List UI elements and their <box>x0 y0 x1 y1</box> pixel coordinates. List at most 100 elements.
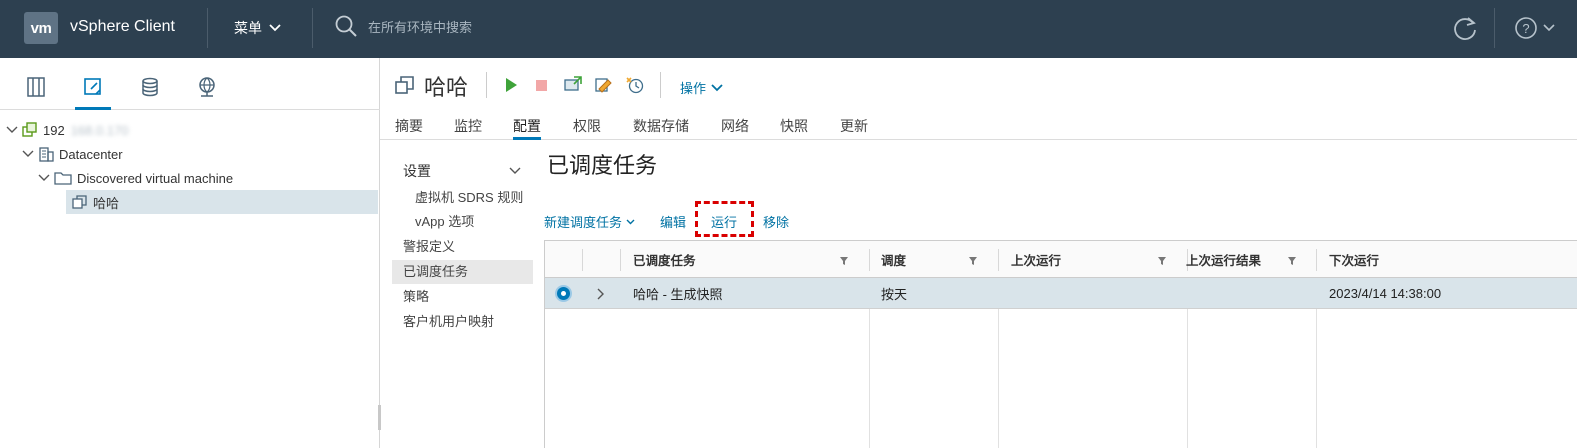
edit-button[interactable]: 编辑 <box>660 212 686 231</box>
vm-icon <box>394 74 416 99</box>
refresh-icon <box>1454 17 1476 40</box>
column-separator <box>582 249 583 271</box>
snapshot-button[interactable] <box>619 72 650 98</box>
column-header-task[interactable]: 已调度任务 <box>621 241 696 278</box>
tree-node-host[interactable]: 192 168.0.170 <box>4 118 129 142</box>
stop-icon <box>536 79 547 91</box>
remove-button[interactable]: 移除 <box>763 212 789 231</box>
play-icon <box>505 78 517 92</box>
panel-splitter-handle[interactable] <box>378 405 381 430</box>
navigator-tabs <box>0 58 380 110</box>
radio-dot <box>561 291 566 296</box>
vms-templates-icon <box>84 78 101 95</box>
networking-icon <box>199 77 215 97</box>
tab-permissions[interactable]: 权限 <box>573 116 601 140</box>
menu-label: 菜单 <box>234 20 262 36</box>
hosts-clusters-icon <box>27 77 45 97</box>
toolbar-divider <box>660 72 661 98</box>
column-header-last-run[interactable]: 上次运行 <box>999 241 1061 278</box>
column-gridline <box>1316 309 1317 448</box>
vm-label: 哈哈 <box>93 195 120 211</box>
run-button-highlight <box>695 201 754 237</box>
host-address-blurred: 168.0.170 <box>70 122 129 138</box>
chevron-down-icon <box>269 24 281 32</box>
actions-label: 操作 <box>680 81 707 96</box>
datacenter-icon <box>38 146 54 162</box>
filter-icon[interactable] <box>968 254 978 269</box>
object-name: 哈哈 <box>424 75 469 100</box>
chevron-down-icon[interactable] <box>20 150 36 158</box>
chevron-down-icon <box>626 219 635 224</box>
header-divider <box>312 8 313 48</box>
host-icon <box>22 122 38 138</box>
header-divider <box>1494 8 1495 48</box>
snapshot-icon <box>625 77 643 94</box>
tab-summary[interactable]: 摘要 <box>395 116 423 140</box>
tab-monitor[interactable]: 监控 <box>454 116 482 140</box>
filter-icon[interactable] <box>1157 254 1167 269</box>
column-gridline <box>998 309 999 448</box>
object-title: 哈哈 <box>394 70 468 102</box>
filter-icon[interactable] <box>1287 254 1297 269</box>
datacenter-label: Datacenter <box>59 146 123 162</box>
expand-row-chevron-icon[interactable] <box>597 278 605 309</box>
tab-hosts-clusters[interactable] <box>18 76 54 110</box>
new-task-label: 新建调度任务 <box>544 215 623 230</box>
tab-storage[interactable] <box>132 76 168 110</box>
console-button[interactable] <box>557 72 588 98</box>
help-button[interactable]: ? <box>1514 14 1558 45</box>
grid-header: 已调度任务 调度 上次运行 上次运行结果 下次运行 <box>545 241 1577 278</box>
nav-guest-user-mappings[interactable]: 客户机用户映射 <box>403 310 494 334</box>
power-off-button[interactable] <box>526 72 557 98</box>
vmware-logo[interactable]: vm <box>24 12 58 44</box>
nav-scheduled-tasks[interactable]: 已调度任务 <box>392 260 533 284</box>
tab-networks[interactable]: 网络 <box>721 116 749 140</box>
storage-icon <box>142 77 158 97</box>
new-scheduled-task-button[interactable]: 新建调度任务 <box>544 212 635 231</box>
refresh-button[interactable] <box>1452 14 1478 45</box>
menu-button[interactable]: 菜单 <box>234 18 282 38</box>
nav-policies[interactable]: 策略 <box>403 285 429 309</box>
table-row[interactable]: 哈哈 - 生成快照 按天 2023/4/14 14:38:00 <box>545 278 1577 309</box>
search-input[interactable]: 在所有环境中搜索 <box>368 17 472 36</box>
tab-datastores[interactable]: 数据存储 <box>633 116 689 140</box>
filter-icon[interactable] <box>839 254 849 269</box>
folder-label: Discovered virtual machine <box>77 170 234 186</box>
cell-schedule: 按天 <box>881 287 908 302</box>
cell-next-run: 2023/4/14 14:38:00 <box>1329 286 1442 301</box>
settings-section-header[interactable]: 设置 <box>403 161 431 181</box>
migrate-icon <box>594 78 612 93</box>
global-search[interactable]: 在所有环境中搜索 <box>334 14 472 38</box>
row-select-radio[interactable] <box>555 285 572 302</box>
tab-networking[interactable] <box>189 76 225 110</box>
tab-snapshots[interactable]: 快照 <box>780 116 808 140</box>
chevron-down-icon[interactable] <box>4 126 20 134</box>
tree-node-vm[interactable]: 哈哈 <box>66 190 378 214</box>
chevron-down-icon[interactable] <box>509 163 521 178</box>
host-label: 192 <box>43 122 65 138</box>
chevron-down-icon[interactable] <box>36 174 52 182</box>
tree-node-datacenter[interactable]: Datacenter <box>20 142 123 166</box>
column-gridline <box>869 309 870 448</box>
navigator-panel: 192 168.0.170 Datacenter Discovered virt… <box>0 58 380 448</box>
nav-vm-sdrs-rules[interactable]: 虚拟机 SDRS 规则 <box>415 186 523 210</box>
console-icon <box>563 76 582 91</box>
vm-toolbar <box>486 72 661 98</box>
column-header-next-run[interactable]: 下次运行 <box>1317 241 1379 278</box>
tab-updates[interactable]: 更新 <box>840 116 868 140</box>
column-header-last-result[interactable]: 上次运行结果 <box>1174 241 1261 278</box>
migrate-button[interactable] <box>588 72 619 98</box>
tab-configure[interactable]: 配置 <box>513 116 541 140</box>
column-gridline <box>1187 309 1188 448</box>
actions-menu[interactable]: 操作 <box>680 78 723 97</box>
scheduled-tasks-grid: 已调度任务 调度 上次运行 上次运行结果 下次运行 哈哈 - 生成快照 按天 2… <box>544 240 1577 448</box>
app-title[interactable]: vSphere Client <box>70 18 175 36</box>
nav-alarm-definitions[interactable]: 警报定义 <box>403 235 455 259</box>
top-header: vm vSphere Client 菜单 在所有环境中搜索 ? <box>0 0 1577 58</box>
nav-vapp-options[interactable]: vApp 选项 <box>415 210 474 234</box>
power-on-button[interactable] <box>495 72 526 98</box>
column-header-schedule[interactable]: 调度 <box>869 241 906 278</box>
tab-vms-templates[interactable] <box>75 76 111 110</box>
chevron-down-icon <box>711 83 723 91</box>
tree-node-folder[interactable]: Discovered virtual machine <box>36 166 233 190</box>
